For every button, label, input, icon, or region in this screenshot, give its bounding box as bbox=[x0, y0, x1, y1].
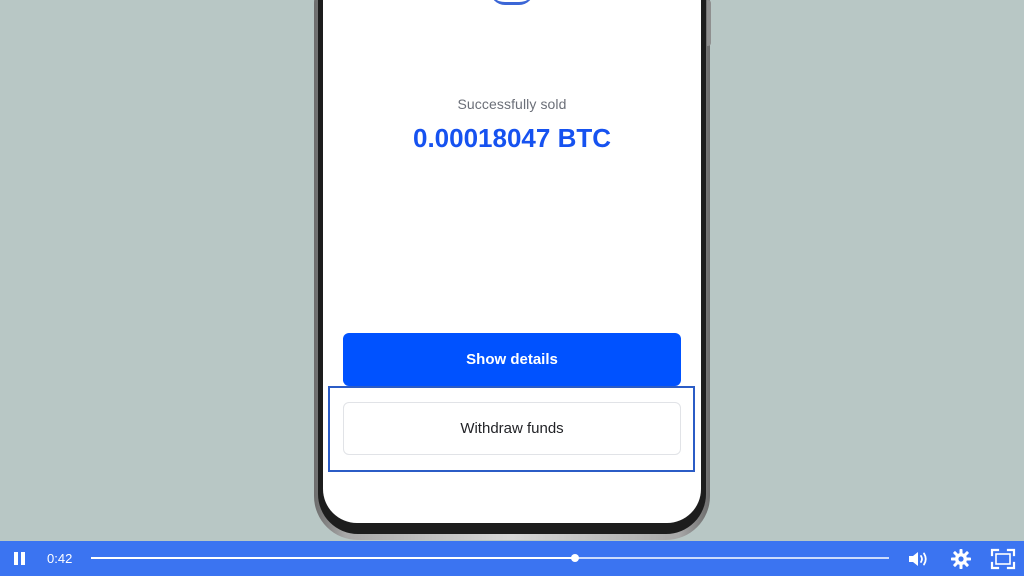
current-time: 0:42 bbox=[47, 551, 73, 566]
volume-icon bbox=[909, 552, 927, 566]
pause-icon bbox=[14, 552, 18, 565]
phone-side-button bbox=[707, 0, 711, 46]
sold-amount: 0.00018047 BTC bbox=[412, 123, 612, 153]
pause-icon-bar bbox=[21, 552, 25, 565]
progress-fill bbox=[91, 557, 576, 559]
success-check-icon bbox=[490, 0, 534, 5]
fullscreen-icon bbox=[990, 548, 1016, 570]
pause-button[interactable] bbox=[11, 550, 29, 568]
volume-button[interactable] bbox=[906, 547, 930, 571]
phone-screen: Successfully sold 0.00018047 BTC Show de… bbox=[323, 0, 701, 523]
video-stage: Successfully sold 0.00018047 BTC Show de… bbox=[0, 0, 1024, 576]
fullscreen-button[interactable] bbox=[990, 547, 1016, 571]
show-details-button[interactable]: Show details bbox=[343, 333, 681, 386]
withdraw-funds-button[interactable]: Withdraw funds bbox=[343, 402, 681, 455]
status-label: Successfully sold bbox=[457, 96, 567, 112]
video-control-bar: 0:42 bbox=[0, 541, 1024, 576]
progress-handle[interactable] bbox=[571, 554, 580, 562]
settings-button[interactable] bbox=[949, 547, 973, 571]
settings-icon bbox=[951, 549, 971, 569]
progress-bar[interactable] bbox=[91, 554, 889, 562]
